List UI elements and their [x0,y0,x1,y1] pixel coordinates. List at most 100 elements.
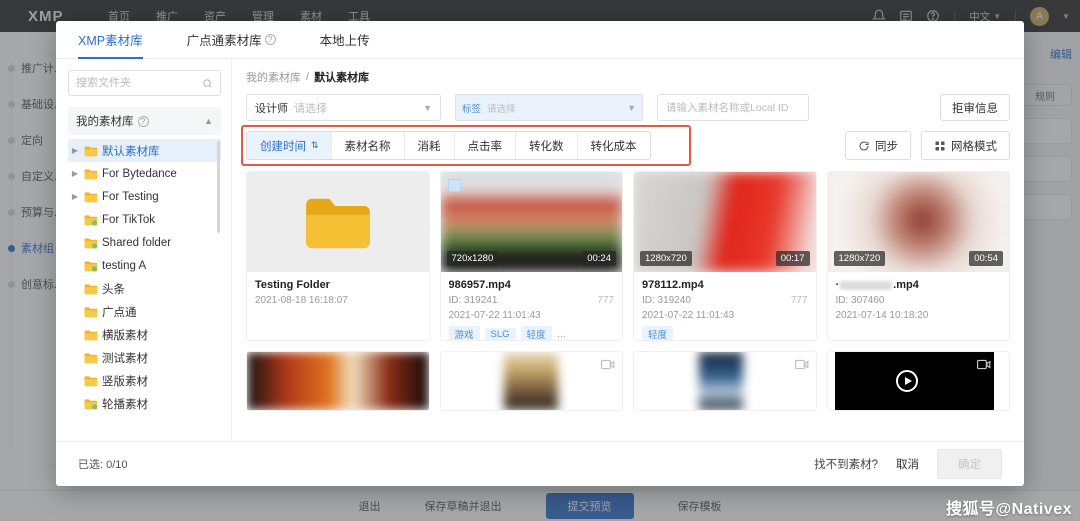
dialog-footer: 已选: 0/10 找不到素材? 取消 确定 [56,441,1024,486]
shared-folder-icon [84,237,98,249]
tag-chip[interactable]: 轻度 [520,326,552,340]
material-card-video[interactable] [633,351,817,411]
tree-item-gdt[interactable]: 广点通 [68,300,221,323]
card-dimension-badge: 1280x720 [833,251,886,266]
material-card-video[interactable]: 1280x720 00:54 · .mp4 ID: 307460 2021-07… [826,171,1010,341]
tag-label: 标签 [462,103,482,115]
tree-item-label: 头条 [102,283,125,296]
my-library-header[interactable]: 我的素材库 ? ▲ [68,107,221,135]
folder-icon [84,329,98,340]
folder-search-box[interactable] [68,70,221,96]
material-card-video[interactable] [826,351,1010,411]
tab-xmp-library[interactable]: XMP素材库 [78,30,143,59]
tree-item-portrait-material[interactable]: 竖版素材 [68,369,221,392]
grid-mode-button[interactable]: 网格模式 [921,131,1010,160]
folder-search-input[interactable] [76,77,198,89]
tree-item-carousel-material[interactable]: 轮播素材 [68,392,221,415]
not-found-link[interactable]: 找不到素材? [814,456,878,472]
tag-chip[interactable]: SLG [484,327,516,340]
sort-row: 创建时间 ⇅ 素材名称 消耗 点击率 转化数 转化成本 同步 网格模式 [241,125,1010,166]
sort-tab-material-name[interactable]: 素材名称 [332,132,405,159]
material-card-video[interactable]: 1280x720 00:17 978112.mp4 ID: 319240 777… [633,171,817,341]
tree-item-label: 横版素材 [102,329,148,342]
tag-chip[interactable]: 轻度 [642,326,674,340]
help-icon[interactable]: ? [137,115,149,127]
card-thumbnail: 720x1280 00:24 [440,172,622,272]
shared-folder-icon [84,260,98,272]
tab-label: 本地上传 [319,34,370,48]
sort-tab-ctr[interactable]: 点击率 [455,132,517,159]
designer-select[interactable]: 设计师 请选择 ▼ [246,94,441,121]
material-card-video[interactable] [439,351,623,411]
material-card-video[interactable] [246,351,430,411]
material-grid: Testing Folder 2021-08-18 16:18:07 720x1… [246,171,1010,341]
tree-item-shared-folder[interactable]: Shared folder [68,231,221,254]
card-id: ID: 307460 [835,295,885,306]
card-date: 2021-07-14 10:18:20 [835,310,929,321]
tree-item-for-tiktok[interactable]: For TikTok [68,208,221,231]
reject-info-button[interactable]: 拒审信息 [940,94,1010,121]
material-search-input[interactable] [666,101,800,114]
sort-tab-create-time[interactable]: 创建时间 ⇅ [247,132,332,159]
card-tags: 游戏 SLG 轻度 … [448,326,615,340]
material-search-box[interactable] [657,94,809,121]
material-picker-dialog: XMP素材库 广点通素材库 ? 本地上传 我的素材库 ? ▲ [56,21,1024,486]
dialog-tab-bar: XMP素材库 广点通素材库 ? 本地上传 [56,21,1024,59]
tab-gdt-library[interactable]: 广点通素材库 ? [187,30,276,58]
card-thumbnail: 1280x720 00:17 [634,172,816,272]
tree-item-toutiao[interactable]: 头条 [68,277,221,300]
breadcrumb-root[interactable]: 我的素材库 [246,69,301,85]
tab-local-upload[interactable]: 本地上传 [320,30,370,58]
sync-button[interactable]: 同步 [845,131,911,160]
tree-item-for-bytedance[interactable]: ▶ For Bytedance [68,162,221,185]
card-count: 777 [597,295,614,306]
card-title: · .mp4 [836,279,1002,291]
card-thumbnail [247,352,429,410]
sort-tab-spend[interactable]: 消耗 [405,132,455,159]
watermark: 搜狐号@Nativex [945,501,1072,518]
tag-chip[interactable]: 游戏 [448,326,480,340]
sort-tab-label: 转化成本 [590,140,637,153]
play-icon[interactable] [896,370,919,392]
sort-tab-conversions[interactable]: 转化数 [516,132,578,159]
tree-item-default-library[interactable]: ▶ 默认素材库 [68,139,221,162]
chevron-right-icon[interactable]: ▶ [70,169,80,178]
sort-tab-conversion-cost[interactable]: 转化成本 [578,132,650,159]
card-id: ID: 319241 [448,295,498,306]
chevron-right-icon[interactable]: ▶ [70,192,80,201]
chevron-up-icon[interactable]: ▲ [204,116,213,126]
tag-select[interactable]: 标签 请选择 ▼ [455,94,643,121]
sync-label: 同步 [875,140,898,153]
folder-icon [84,352,98,363]
search-icon[interactable] [202,78,213,89]
tree-item-for-testing[interactable]: ▶ For Testing [68,185,221,208]
video-icon [976,359,991,370]
shared-folder-icon [84,398,98,410]
card-title: 978112.mp4 [642,279,704,291]
tree-item-label: 轮播素材 [102,398,148,411]
view-actions: 同步 网格模式 [845,131,1010,160]
cancel-button[interactable]: 取消 [896,456,919,472]
tree-item-label: testing A [102,259,147,272]
tree-item-landscape-material[interactable]: 横版素材 [68,323,221,346]
dialog-body: 我的素材库 ? ▲ ▶ 默认素材库 ▶ For Bytedance [56,59,1024,441]
material-card-video[interactable]: 720x1280 00:24 986957.mp4 ID: 319241 777… [439,171,623,341]
tag-overflow-icon[interactable]: … [557,329,567,340]
card-dimension-badge: 720x1280 [446,251,499,266]
tree-item-test-material[interactable]: 测试素材 [68,346,221,369]
help-icon[interactable]: ? [264,34,276,45]
grid-icon [935,141,945,150]
confirm-button[interactable]: 确定 [937,449,1002,479]
folder-icon [84,375,98,386]
chevron-right-icon[interactable]: ▶ [70,146,80,155]
folder-tree: ▶ 默认素材库 ▶ For Bytedance ▶ For Testing Fo… [68,139,221,441]
card-checkbox[interactable] [447,179,461,192]
sidebar-scrollbar[interactable] [217,141,220,233]
material-card-folder[interactable]: Testing Folder 2021-08-18 16:18:07 [246,171,430,341]
card-body: 978112.mp4 ID: 319240 777 2021-07-22 11:… [634,272,816,340]
sort-tab-label: 消耗 [417,140,441,153]
tree-item-testing-a[interactable]: testing A [68,254,221,277]
chevron-down-icon: ▼ [627,102,636,113]
tree-item-label: Shared folder [102,236,172,249]
folder-sidebar: 我的素材库 ? ▲ ▶ 默认素材库 ▶ For Bytedance [56,59,232,441]
